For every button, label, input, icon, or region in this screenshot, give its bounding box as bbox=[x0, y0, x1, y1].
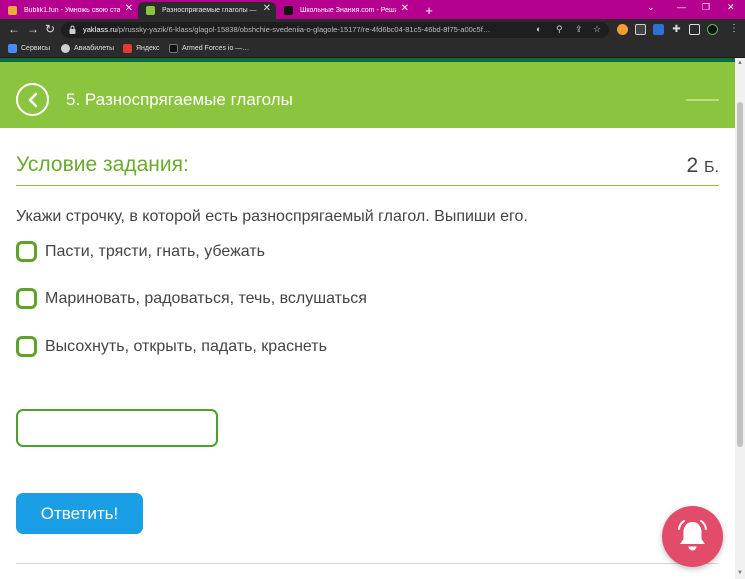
tab-close-icon[interactable]: ✕ bbox=[401, 3, 409, 14]
header-decor-line bbox=[686, 99, 719, 101]
page-content: 5. Разноспрягаемые глаголы Условие задан… bbox=[0, 58, 735, 579]
bell-icon bbox=[678, 520, 707, 551]
extension-translate-icon[interactable] bbox=[653, 24, 664, 35]
reload-icon[interactable]: ↻ bbox=[45, 22, 55, 36]
forward-arrow-icon[interactable]: → bbox=[27, 22, 39, 36]
profile-avatar-icon[interactable] bbox=[707, 24, 718, 35]
bookmark-label: Сервисы bbox=[21, 45, 51, 52]
bookmark-services[interactable]: Сервисы bbox=[8, 44, 50, 53]
option-label: Мариновать, радоваться, течь, вслушаться bbox=[45, 289, 367, 307]
option-label: Высохнуть, открыть, падать, краснеть bbox=[45, 337, 327, 355]
option-checkbox[interactable] bbox=[16, 241, 37, 262]
bookmark-armed-forces[interactable]: Armed Forces io —… bbox=[169, 44, 249, 53]
extensions-puzzle-icon[interactable]: ✚ bbox=[671, 24, 682, 35]
tab-favicon-icon bbox=[146, 6, 155, 15]
side-panel-icon[interactable] bbox=[689, 24, 700, 35]
new-tab-button[interactable]: + bbox=[420, 2, 438, 19]
google-lens-icon[interactable]: ◐ bbox=[536, 24, 541, 34]
globe-icon bbox=[61, 44, 70, 53]
condition-heading: Условие задания: bbox=[16, 153, 189, 176]
answer-option[interactable]: Высохнуть, открыть, падать, краснеть bbox=[16, 336, 327, 357]
bookmark-label: Авиабилеты bbox=[74, 45, 115, 52]
scroll-down-icon[interactable]: ▼ bbox=[737, 570, 743, 576]
points-value: 2 Б. bbox=[686, 154, 719, 177]
tab-title: Разноспрягаемые глаголы — зад… bbox=[162, 7, 258, 14]
armed-forces-icon bbox=[169, 44, 178, 53]
back-arrow-icon[interactable]: ← bbox=[8, 22, 20, 36]
browser-tab-bar: Bublik1.fun - Умножь свою ста… ✕ Разносп… bbox=[0, 0, 745, 19]
yandex-icon bbox=[123, 44, 132, 53]
lesson-header: 5. Разноспрягаемые глаголы bbox=[0, 62, 735, 128]
close-window-icon[interactable]: ✕ bbox=[727, 2, 735, 13]
extension-game-icon[interactable] bbox=[635, 24, 646, 35]
bookmark-label: Armed Forces io —… bbox=[182, 45, 250, 52]
bookmark-yandex[interactable]: Яндекс bbox=[123, 44, 160, 53]
bookmark-aviabilety[interactable]: Авиабилеты bbox=[61, 44, 114, 53]
answer-input[interactable] bbox=[16, 409, 218, 447]
question-text: Укажи строчку, в которой есть разноспряг… bbox=[16, 208, 528, 225]
lesson-title: 5. Разноспрягаемые глаголы bbox=[66, 90, 293, 109]
more-menu-icon[interactable]: ⋮ bbox=[729, 23, 739, 34]
tab-favicon-icon bbox=[8, 6, 17, 15]
answer-option[interactable]: Мариновать, радоваться, течь, вслушаться bbox=[16, 288, 367, 309]
tab-close-icon[interactable]: ✕ bbox=[125, 3, 133, 14]
bookmarks-bar: Сервисы Авиабилеты Яндекс Armed Forces i… bbox=[0, 41, 745, 58]
answer-option[interactable]: Пасти, трясти, гнать, убежать bbox=[16, 241, 265, 262]
bookmark-label: Яндекс bbox=[136, 45, 160, 52]
share-icon[interactable]: ⇪ bbox=[575, 24, 583, 35]
bookmark-star-icon[interactable]: ☆ bbox=[593, 24, 601, 35]
browser-tab-yaklass[interactable]: Разноспрягаемые глаголы — зад… ✕ bbox=[138, 2, 276, 19]
tab-search-icon[interactable]: ⌄ bbox=[647, 2, 655, 13]
address-bar[interactable]: yaklass.ru/p/russky-yazik/6-klass/glagol… bbox=[61, 22, 609, 38]
scrollbar-thumb[interactable] bbox=[737, 102, 743, 447]
submit-button[interactable]: Ответить! bbox=[16, 493, 143, 534]
scroll-up-icon[interactable]: ▲ bbox=[737, 60, 743, 66]
tab-title: Школьные Знания.com - Решаем… bbox=[300, 7, 396, 14]
minimize-icon[interactable]: — bbox=[677, 2, 686, 12]
option-label: Пасти, трясти, гнать, убежать bbox=[45, 242, 265, 260]
back-button[interactable] bbox=[16, 83, 49, 116]
option-checkbox[interactable] bbox=[16, 336, 37, 357]
bottom-divider bbox=[16, 563, 719, 564]
browser-tab-znanija[interactable]: Школьные Знания.com - Решаем… ✕ bbox=[276, 2, 414, 19]
apps-grid-icon bbox=[8, 44, 17, 53]
url-text: yaklass.ru/p/russky-yazik/6-klass/glagol… bbox=[83, 25, 491, 34]
heading-divider bbox=[16, 185, 719, 186]
page-scrollbar[interactable]: ▲ ▼ bbox=[735, 58, 745, 579]
extension-cookie-icon[interactable] bbox=[617, 24, 628, 35]
browser-toolbar: ← → ↻ yaklass.ru/p/russky-yazik/6-klass/… bbox=[0, 19, 745, 41]
tab-favicon-icon bbox=[284, 6, 293, 15]
lock-icon bbox=[69, 25, 76, 34]
browser-tab-bublik[interactable]: Bublik1.fun - Умножь свою ста… ✕ bbox=[0, 2, 138, 19]
tab-close-icon[interactable]: ✕ bbox=[263, 3, 271, 14]
notifications-button[interactable] bbox=[662, 506, 723, 567]
chevron-left-icon bbox=[28, 92, 38, 108]
option-checkbox[interactable] bbox=[16, 288, 37, 309]
tab-title: Bublik1.fun - Умножь свою ста… bbox=[24, 7, 120, 14]
restore-icon[interactable]: ❐ bbox=[702, 2, 710, 13]
zoom-icon[interactable]: ⚲ bbox=[556, 24, 563, 35]
